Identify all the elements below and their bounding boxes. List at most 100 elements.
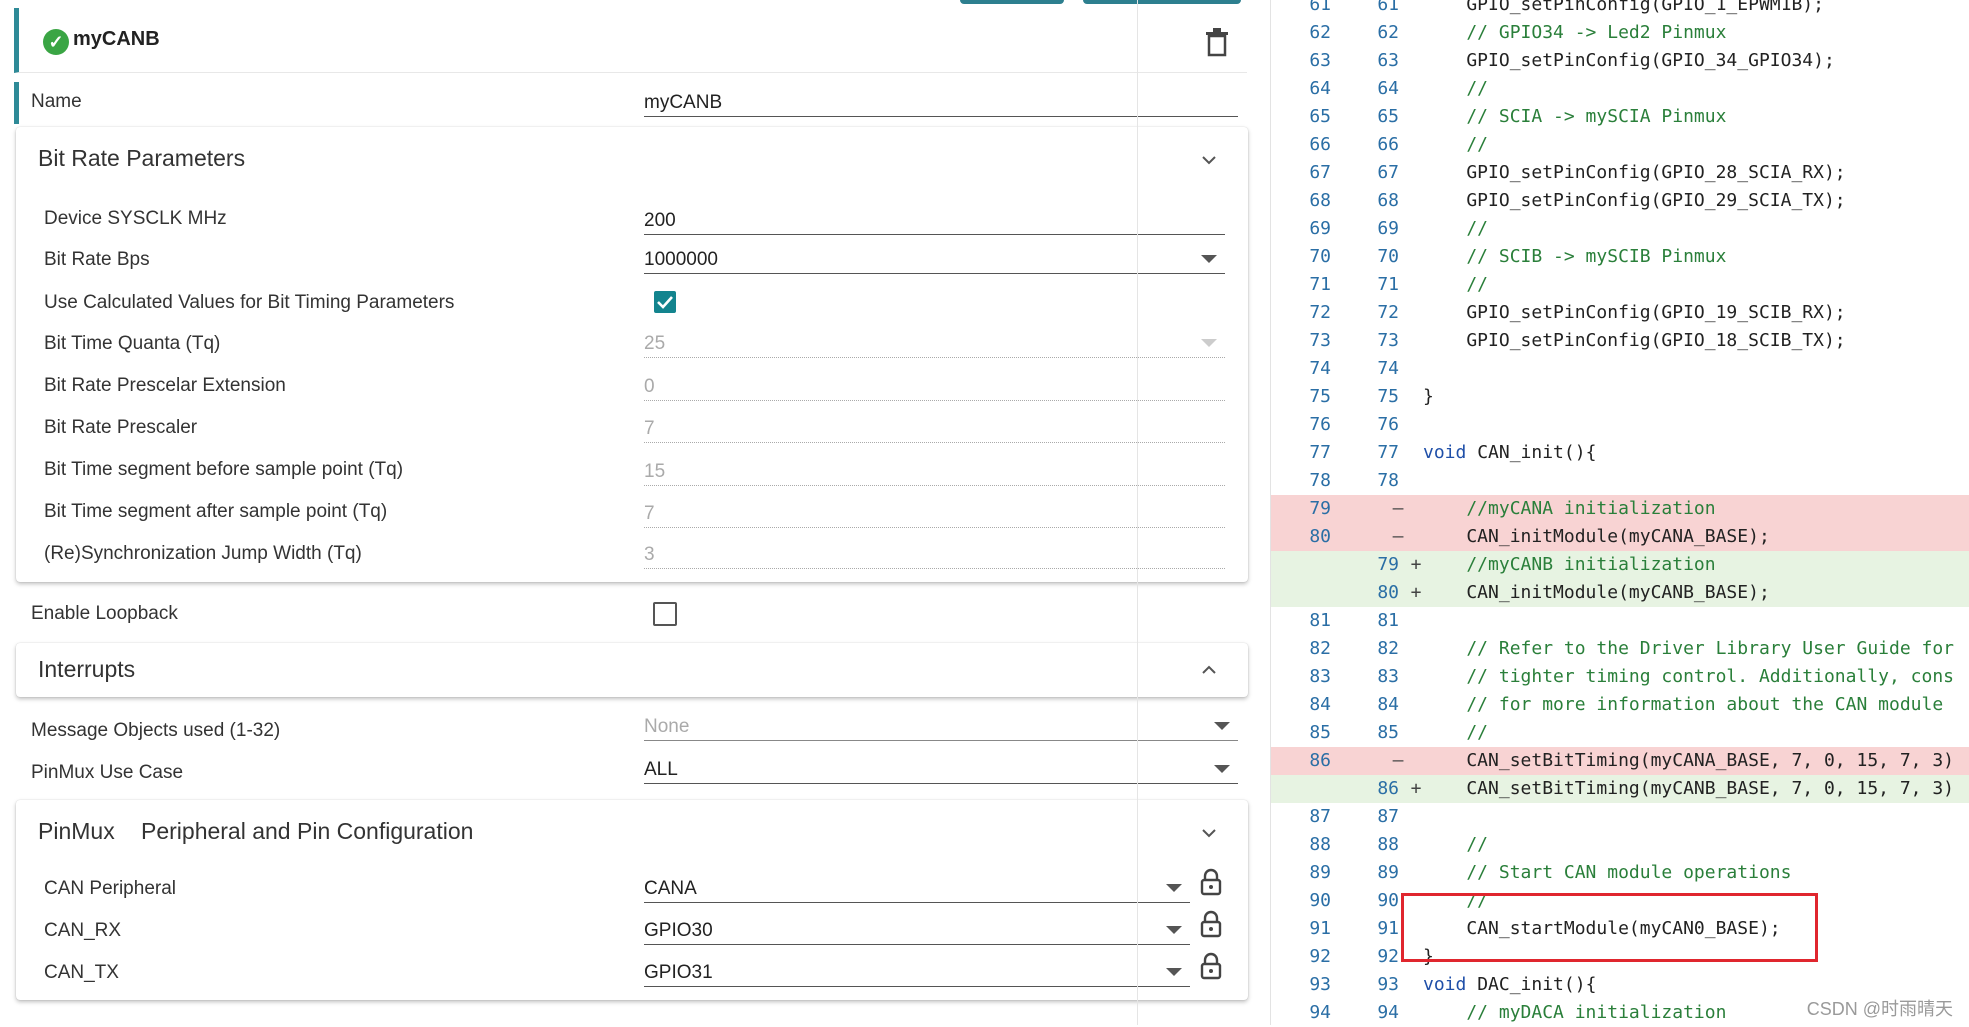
caret-down-icon <box>1214 765 1230 773</box>
code-text: //myCANA initialization <box>1423 498 1716 519</box>
can-peripheral-value: CANA <box>644 878 697 899</box>
can-tx-value: GPIO31 <box>644 962 713 983</box>
old-line-number: 66 <box>1309 134 1331 155</box>
can-peripheral-select[interactable]: CANA <box>644 874 1190 903</box>
can-peripheral-label: CAN Peripheral <box>44 878 176 899</box>
new-line-number: 92 <box>1377 946 1399 967</box>
diff-line: 71 71 // <box>1271 271 1969 299</box>
removed-marker-icon: — <box>1392 526 1404 547</box>
watermark: CSDN @时雨晴天 <box>1806 999 1953 1019</box>
new-line-number: 78 <box>1377 470 1399 491</box>
diff-line: 75 75} <box>1271 383 1969 411</box>
bit-rate-title: Bit Rate Parameters <box>38 145 246 171</box>
prescaler-ext-value: 0 <box>644 376 655 397</box>
old-line-number: 78 <box>1309 470 1331 491</box>
can-rx-select[interactable]: GPIO30 <box>644 916 1190 945</box>
new-line-number: 87 <box>1377 806 1399 827</box>
old-line-number: 89 <box>1309 862 1331 883</box>
lock-icon[interactable] <box>1200 868 1222 896</box>
diff-line: 84 84 // for more information about the C… <box>1271 691 1969 719</box>
old-line-number: 79 <box>1309 498 1331 519</box>
name-input[interactable]: myCANB <box>644 88 1238 117</box>
diff-line: 82 82 // Refer to the Driver Library User… <box>1271 635 1969 663</box>
toolbar-button[interactable] <box>960 0 1064 4</box>
diff-line: 70 70 // SCIB -> mySCIB Pinmux <box>1271 243 1969 271</box>
new-line-number: 88 <box>1377 834 1399 855</box>
message-objects-value: None <box>644 716 690 737</box>
message-objects-select[interactable]: None <box>644 712 1238 741</box>
name-row-indicator <box>14 82 19 124</box>
old-line-number: 71 <box>1309 274 1331 295</box>
code-text: GPIO_setPinConfig(GPIO_28_SCIA_RX); <box>1423 162 1846 183</box>
new-line-number: 72 <box>1377 302 1399 323</box>
prescaler-value: 7 <box>644 418 655 439</box>
code-text: // Start CAN module operations <box>1423 862 1792 883</box>
old-line-number: 62 <box>1309 22 1331 43</box>
old-line-number: 92 <box>1309 946 1331 967</box>
new-line-number: 67 <box>1377 162 1399 183</box>
old-line-number: 90 <box>1309 890 1331 911</box>
sysclk-label: Device SYSCLK MHz <box>44 208 227 229</box>
diff-line: 74 74 <box>1271 355 1969 383</box>
old-line-number: 68 <box>1309 190 1331 211</box>
interrupts-card[interactable]: Interrupts <box>16 643 1248 697</box>
lock-icon[interactable] <box>1200 952 1222 980</box>
caret-down-icon <box>1214 722 1230 730</box>
diff-line: 65 65 // SCIA -> mySCIA Pinmux <box>1271 103 1969 131</box>
tseg1-value: 15 <box>644 461 666 482</box>
can-tx-select[interactable]: GPIO31 <box>644 958 1190 987</box>
check-circle-icon: ✓ <box>43 29 69 55</box>
loopback-checkbox[interactable] <box>653 602 677 626</box>
name-value: myCANB <box>644 92 723 113</box>
new-line-number: 76 <box>1377 414 1399 435</box>
diff-line: 77 77 void CAN_init(){ <box>1271 439 1969 467</box>
code-text: // <box>1423 78 1489 99</box>
new-line-number: 61 <box>1377 0 1399 15</box>
use-calculated-checkbox[interactable] <box>654 291 676 313</box>
new-line-number: 74 <box>1377 358 1399 379</box>
new-line-number: 90 <box>1377 890 1399 911</box>
module-header: ✓ myCANB <box>14 8 1247 73</box>
diff-view[interactable]: 61 61 GPIO_setPinConfig(GPIO_1_EPWM1B); 62… <box>1270 0 1969 1025</box>
code-text: // SCIB -> mySCIB Pinmux <box>1423 246 1727 267</box>
code-text: GPIO_setPinConfig(GPIO_18_SCIB_TX); <box>1423 330 1846 351</box>
diff-line: 73 73 GPIO_setPinConfig(GPIO_18_SCIB_TX); <box>1271 327 1969 355</box>
pinmux-title: PinMux <box>38 818 115 844</box>
sjw-value: 3 <box>644 544 655 565</box>
code-text: // <box>1423 134 1489 155</box>
can-tx-label: CAN_TX <box>44 962 119 983</box>
old-line-number: 65 <box>1309 106 1331 127</box>
diff-line: 79 + //myCANB initialization <box>1271 551 1969 579</box>
code-text: // for more information about the CAN mo… <box>1423 694 1944 715</box>
highlight-box <box>1401 893 1818 962</box>
removed-marker-icon: — <box>1392 750 1404 771</box>
pinmux-usecase-select[interactable]: ALL <box>644 755 1238 784</box>
chevron-up-icon[interactable] <box>1200 661 1218 679</box>
diff-line: 83 83 // tighter timing control. Addition… <box>1271 663 1969 691</box>
diff-line: 61 61 GPIO_setPinConfig(GPIO_1_EPWM1B); <box>1271 0 1969 19</box>
lock-icon[interactable] <box>1200 910 1222 938</box>
diff-line: 64 64 // <box>1271 75 1969 103</box>
sysclk-value: 200 <box>644 210 676 231</box>
code-text: // Refer to the Driver Library User Guid… <box>1423 638 1955 659</box>
code-text: CAN_initModule(myCANB_BASE); <box>1423 582 1770 603</box>
tseg2-label: Bit Time segment after sample point (Tq) <box>44 501 388 522</box>
code-text: CAN_setBitTiming(myCANA_BASE, 7, 0, 15, … <box>1423 750 1955 771</box>
new-line-number: 73 <box>1377 330 1399 351</box>
new-line-number: 79 <box>1377 554 1399 575</box>
old-line-number: 81 <box>1309 610 1331 631</box>
old-line-number: 93 <box>1309 974 1331 995</box>
diff-line: 68 68 GPIO_setPinConfig(GPIO_29_SCIA_TX); <box>1271 187 1969 215</box>
new-line-number: 62 <box>1377 22 1399 43</box>
time-quanta-label: Bit Time Quanta (Tq) <box>44 333 221 354</box>
trash-icon[interactable] <box>1203 26 1231 58</box>
name-label: Name <box>31 91 82 112</box>
new-line-number: 71 <box>1377 274 1399 295</box>
code-text: GPIO_setPinConfig(GPIO_19_SCIB_RX); <box>1423 302 1846 323</box>
new-line-number: 89 <box>1377 862 1399 883</box>
old-line-number: 82 <box>1309 638 1331 659</box>
can-rx-value: GPIO30 <box>644 920 713 941</box>
chevron-down-icon[interactable] <box>1200 151 1218 169</box>
chevron-down-icon[interactable] <box>1200 824 1218 842</box>
toolbar-button[interactable] <box>1083 0 1241 4</box>
